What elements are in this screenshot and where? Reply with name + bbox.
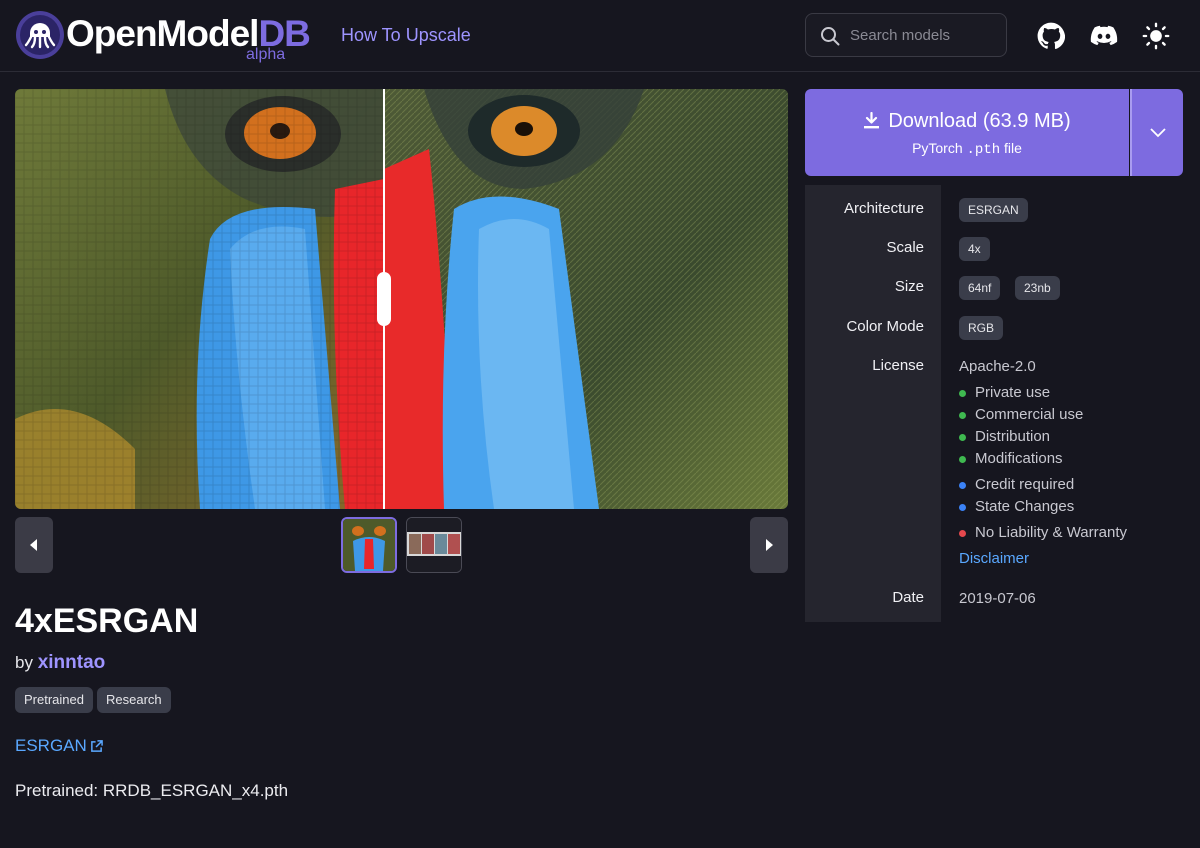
architecture-label: Architecture xyxy=(843,200,924,217)
condition-item: State Changes xyxy=(959,497,1074,517)
scene-thumbnail-image xyxy=(407,518,461,572)
author-link[interactable]: xinntao xyxy=(38,652,106,673)
brand-main: OpenModel xyxy=(66,13,259,54)
permission-label: Private use xyxy=(975,384,1051,401)
permission-item: Private use xyxy=(959,383,1050,403)
condition-item: Credit required xyxy=(959,475,1074,495)
external-link-icon xyxy=(90,739,103,752)
model-byline: by xinntao xyxy=(15,652,105,674)
model-title: 4xESRGAN xyxy=(15,602,199,640)
limitation-item: No Liability & Warranty xyxy=(959,523,1127,543)
download-main-label: Download (63.9 MB) xyxy=(805,109,1129,133)
color-mode-label: Color Mode xyxy=(846,318,924,335)
chevron-left-icon xyxy=(30,539,37,551)
architecture-external-link[interactable]: ESRGAN xyxy=(15,735,103,757)
blue-dot-icon xyxy=(959,481,966,489)
comparison-handle[interactable] xyxy=(377,272,391,326)
permission-item: Commercial use xyxy=(959,405,1083,425)
tag-list: Pretrained Research xyxy=(15,687,171,713)
size-label: Size xyxy=(894,278,924,295)
upscaled-image xyxy=(384,89,788,509)
search-icon xyxy=(821,27,840,46)
search-box[interactable] xyxy=(805,13,1007,57)
scale-chip: 4x xyxy=(959,237,990,261)
permission-label: Modifications xyxy=(975,450,1063,467)
condition-label: State Changes xyxy=(975,498,1075,515)
permission-item: Distribution xyxy=(959,427,1050,447)
size-chip-nb: 23nb xyxy=(1015,276,1060,300)
download-options-toggle[interactable] xyxy=(1130,89,1183,176)
model-description: Pretrained: RRDB_ESRGAN_x4.pth xyxy=(15,781,289,800)
color-mode-chip: RGB xyxy=(959,316,1004,340)
permission-label: Commercial use xyxy=(975,406,1084,423)
how-to-upscale-link[interactable]: How To Upscale xyxy=(341,24,471,46)
architecture-chip[interactable]: ESRGAN xyxy=(959,198,1028,222)
alpha-badge: alpha xyxy=(246,46,286,63)
thumbnail-mandrill[interactable] xyxy=(341,517,397,573)
image-comparison-slider[interactable] xyxy=(15,89,788,509)
limitation-label: No Liability & Warranty xyxy=(975,524,1127,541)
tag-research[interactable]: Research xyxy=(96,687,171,713)
date-value: 2019-07-06 xyxy=(959,590,1036,607)
scale-label: Scale xyxy=(886,239,924,256)
search-input[interactable] xyxy=(850,14,1000,56)
red-dot-icon xyxy=(959,529,966,537)
green-dot-icon xyxy=(959,411,966,419)
discord-icon[interactable] xyxy=(1090,22,1118,50)
green-dot-icon xyxy=(959,389,966,397)
blue-dot-icon xyxy=(959,503,966,511)
octopus-logo-icon[interactable] xyxy=(16,11,64,59)
download-label: Download (63.9 MB) xyxy=(888,110,1071,132)
tag-pretrained[interactable]: Pretrained xyxy=(15,687,93,713)
green-dot-icon xyxy=(959,455,966,463)
mandrill-thumbnail-image xyxy=(343,519,395,571)
sun-icon[interactable] xyxy=(1142,22,1170,50)
download-button[interactable]: Download (63.9 MB) PyTorch .pth file xyxy=(805,89,1129,176)
architecture-link-label: ESRGAN xyxy=(15,736,87,755)
download-format: PyTorch .pth file xyxy=(805,139,1129,159)
chevron-down-icon xyxy=(1149,127,1166,137)
license-label: License xyxy=(872,357,924,374)
green-dot-icon xyxy=(959,433,966,441)
low-resolution-image xyxy=(15,89,384,509)
thumbnail-scene[interactable] xyxy=(406,517,462,573)
disclaimer-link[interactable]: Disclaimer xyxy=(959,549,1029,569)
previous-image-button[interactable] xyxy=(15,517,53,573)
github-icon[interactable] xyxy=(1037,22,1065,50)
chevron-right-icon xyxy=(766,539,773,551)
permission-item: Modifications xyxy=(959,449,1063,469)
license-value: Apache-2.0 xyxy=(959,358,1036,375)
permission-label: Distribution xyxy=(975,428,1051,445)
format-prefix: PyTorch xyxy=(912,140,963,156)
by-label: by xyxy=(15,653,33,672)
size-chip-nf: 64nf xyxy=(959,276,1001,300)
site-header: OpenModelDB alpha How To Upscale xyxy=(0,0,1200,72)
condition-label: Credit required xyxy=(975,476,1075,493)
next-image-button[interactable] xyxy=(750,517,788,573)
date-label: Date xyxy=(892,589,924,606)
download-icon xyxy=(864,111,880,129)
details-label-column: Architecture Scale Size Color Mode Licen… xyxy=(805,185,941,622)
format-suffix: file xyxy=(1004,140,1022,156)
format-extension: .pth xyxy=(966,142,1001,158)
